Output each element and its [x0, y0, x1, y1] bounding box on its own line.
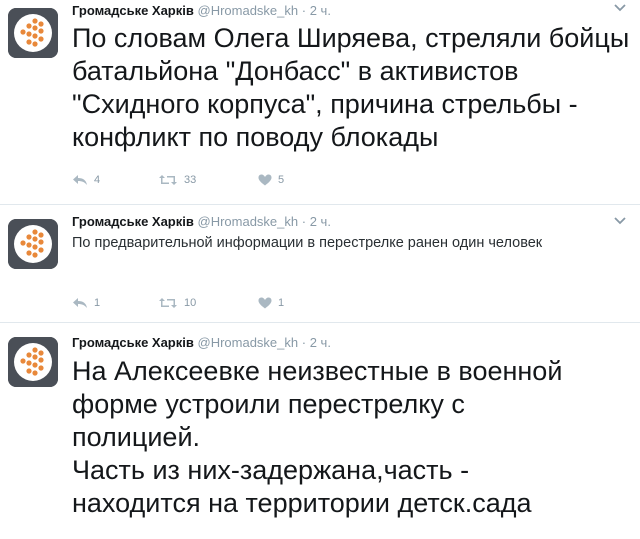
retweet-icon: [159, 298, 177, 308]
tweet: Громадське Харків @Hromadske_kh · 2 ч. П…: [0, 205, 640, 323]
tweet-text-line: На Алексеевке неизвестные в военной: [72, 356, 563, 386]
tweet-header: Громадське Харків @Hromadske_kh · 2 ч.: [72, 3, 331, 18]
avatar[interactable]: [8, 337, 58, 387]
tweet-header: Громадське Харків @Hromadske_kh · 2 ч.: [72, 335, 331, 350]
like-count: 1: [278, 297, 285, 309]
tweet-header: Громадське Харків @Hromadske_kh · 2 ч.: [72, 214, 331, 229]
heart-icon: [258, 174, 272, 186]
like-button[interactable]: 5: [258, 174, 318, 186]
chevron-down-icon[interactable]: [612, 2, 628, 14]
avatar[interactable]: [8, 219, 58, 269]
tweet-text: По предварительной информации в перестре…: [72, 235, 543, 251]
tweet-text: По словам Олега Ширяева, стреляли бойцы …: [72, 23, 630, 152]
author-handle[interactable]: @Hromadske_kh: [198, 335, 299, 350]
reply-icon: [73, 175, 87, 185]
reply-button[interactable]: 1: [72, 297, 158, 309]
author-name[interactable]: Громадське Харків: [72, 214, 194, 229]
author-name[interactable]: Громадське Харків: [72, 3, 194, 18]
retweet-button[interactable]: 33: [158, 174, 258, 186]
like-button[interactable]: 1: [258, 297, 318, 309]
retweet-count: 10: [184, 297, 197, 309]
chevron-down-icon[interactable]: [612, 215, 628, 227]
tweet-text-line: форме устроили перестрелку с: [72, 389, 465, 419]
reply-count: 4: [94, 174, 101, 186]
tweet-text-line: Часть из них-задержана,часть -: [72, 455, 470, 485]
avatar[interactable]: [8, 8, 58, 58]
tweet: Громадське Харків @Hromadske_kh · 2 ч. П…: [0, 0, 640, 205]
timestamp[interactable]: 2 ч.: [310, 214, 331, 229]
tweet-text: На Алексеевке неизвестные в военной форм…: [72, 355, 632, 520]
tweet-text-line: полицией.: [72, 422, 201, 452]
retweet-button[interactable]: 10: [158, 297, 258, 309]
reply-icon: [73, 298, 87, 308]
separator: ·: [301, 3, 307, 18]
author-handle[interactable]: @Hromadske_kh: [198, 214, 299, 229]
tweet-actions: 4 33 5: [72, 170, 318, 190]
retweet-count: 33: [184, 174, 197, 186]
tweet: Громадське Харків @Hromadske_kh · 2 ч. Н…: [0, 323, 640, 539]
retweet-icon: [159, 175, 177, 185]
timestamp[interactable]: 2 ч.: [310, 3, 331, 18]
like-count: 5: [278, 174, 285, 186]
separator: ·: [301, 214, 307, 229]
tweet-actions: 1 10 1: [72, 293, 318, 313]
reply-count: 1: [94, 297, 101, 309]
author-handle[interactable]: @Hromadske_kh: [198, 3, 299, 18]
author-name[interactable]: Громадське Харків: [72, 335, 194, 350]
separator: ·: [301, 335, 307, 350]
tweet-feed: Громадське Харків @Hromadske_kh · 2 ч. П…: [0, 0, 640, 539]
heart-icon: [258, 297, 272, 309]
timestamp[interactable]: 2 ч.: [310, 335, 331, 350]
tweet-text-line: находится на территории детск.сада: [72, 488, 532, 518]
reply-button[interactable]: 4: [72, 174, 158, 186]
